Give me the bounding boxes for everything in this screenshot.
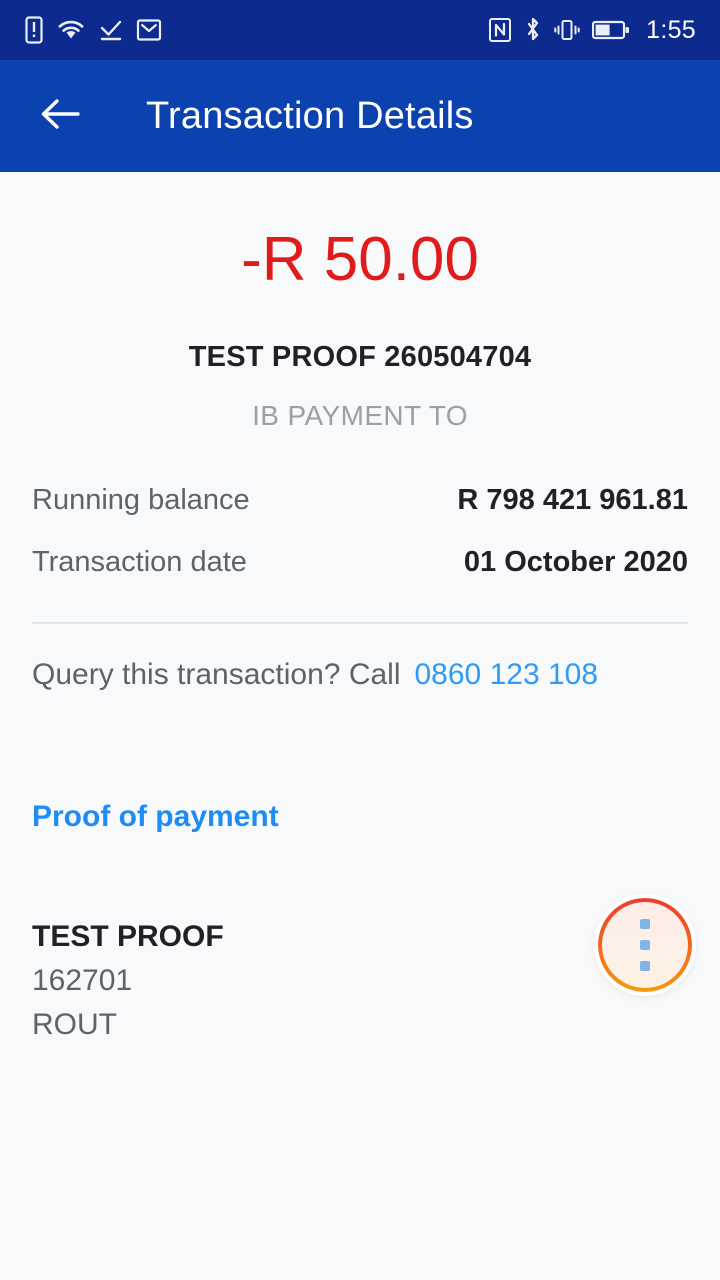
more-options-vertical-icon [640, 961, 650, 971]
sim-alert-icon [24, 16, 44, 44]
query-transaction-label: Query this transaction? Call [32, 658, 401, 691]
page-title: Transaction Details [146, 94, 474, 137]
app-bar: Transaction Details [0, 60, 720, 172]
transaction-date-value: 01 October 2020 [463, 546, 688, 578]
query-transaction-row: Query this transaction? Call 0860 123 10… [0, 658, 720, 692]
bluetooth-icon [524, 16, 542, 44]
table-row: Running balance R 798 421 961.81 [32, 484, 688, 546]
more-options-fab[interactable] [598, 898, 692, 992]
transaction-detail-list: Running balance R 798 421 961.81 Transac… [0, 484, 720, 608]
proof-of-payment-link[interactable]: Proof of payment [0, 800, 311, 834]
running-balance-label: Running balance [32, 484, 250, 516]
transaction-type: IB PAYMENT TO [252, 400, 468, 431]
beneficiary-name: TEST PROOF [32, 920, 224, 953]
section-divider [32, 622, 688, 624]
status-bar-left-icons [24, 16, 162, 44]
transaction-date-label: Transaction date [32, 546, 247, 578]
battery-icon [592, 19, 630, 41]
email-icon [136, 17, 162, 43]
transaction-amount: -R 50.00 [241, 225, 479, 294]
check-download-icon [98, 18, 124, 42]
more-options-vertical-icon [640, 940, 650, 950]
status-bar-clock: 1:55 [646, 15, 696, 44]
back-button[interactable] [32, 88, 88, 144]
vibrate-icon [554, 17, 580, 43]
nfc-icon [488, 17, 512, 43]
beneficiary-reference: ROUT [32, 1008, 117, 1041]
table-row: Transaction date 01 October 2020 [32, 546, 688, 608]
query-phone-link[interactable]: 0860 123 108 [415, 658, 599, 692]
beneficiary-account: 162701 [32, 964, 133, 997]
wifi-icon [56, 18, 86, 42]
status-bar: 1:55 [0, 0, 720, 60]
back-arrow-icon [38, 95, 82, 138]
running-balance-value: R 798 421 961.81 [457, 484, 688, 516]
transaction-content: -R 50.00 TEST PROOF 260504704 IB PAYMENT… [0, 172, 720, 1280]
status-bar-right-icons: 1:55 [488, 16, 696, 45]
transaction-details-screen: 1:55 Transaction Details -R 50.00 TEST P… [0, 0, 720, 1280]
more-options-vertical-icon [640, 919, 650, 929]
transaction-description: TEST PROOF 260504704 [188, 341, 532, 373]
